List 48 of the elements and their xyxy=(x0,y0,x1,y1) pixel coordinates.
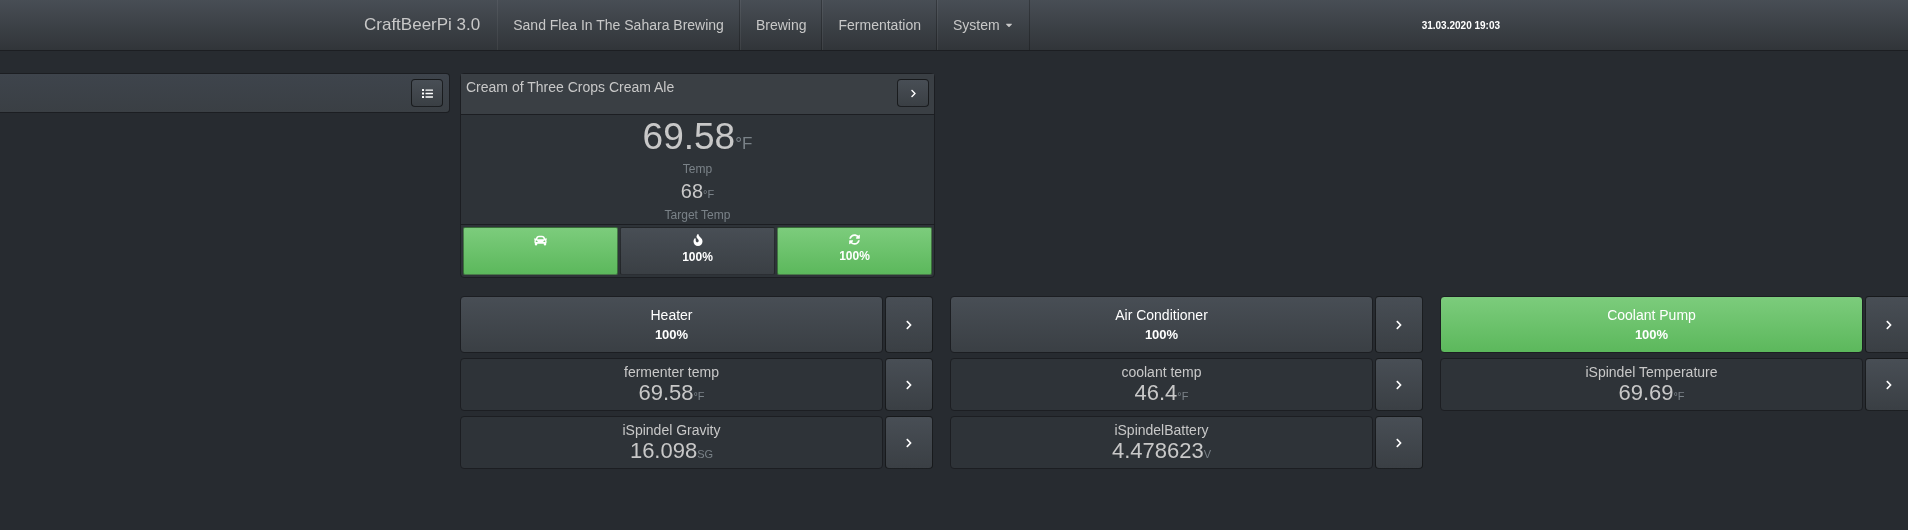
nav-link[interactable]: Fermentation xyxy=(822,0,937,50)
sensor-menu-button[interactable] xyxy=(885,358,933,411)
sensor-value: 4.478623V xyxy=(1111,437,1212,464)
sensor-name: iSpindel Gravity xyxy=(622,421,721,438)
list-icon xyxy=(421,87,433,99)
actor-button[interactable]: Heater 100% xyxy=(460,296,883,353)
chevron-right-icon xyxy=(908,88,918,98)
chevron-right-icon xyxy=(1394,319,1404,330)
list-button[interactable] xyxy=(411,79,443,107)
target-temperature-label: Target Temp xyxy=(664,208,731,222)
open-button[interactable] xyxy=(897,79,929,107)
sensor-menu-button[interactable] xyxy=(1865,358,1908,411)
sensor-value: 69.69°F xyxy=(1618,379,1685,406)
actor-button[interactable]: Air Conditioner 100% xyxy=(950,296,1373,353)
chevron-right-icon xyxy=(1884,379,1894,390)
sensor-value: 46.4°F xyxy=(1134,379,1189,406)
nav-link[interactable]: Sand Flea In The Sahara Brewing xyxy=(497,0,740,50)
refresh-icon xyxy=(849,234,860,245)
target-temperature-value: 68°F xyxy=(680,180,715,204)
brand-title[interactable]: CraftBeerPi 3.0 xyxy=(347,0,498,50)
sensor-menu-button[interactable] xyxy=(1375,416,1423,469)
sensor-value: 69.58°F xyxy=(638,379,705,406)
date-time: 31.03.2020 19:03 xyxy=(1421,18,1501,33)
nav-link[interactable]: Brewing xyxy=(739,0,823,50)
sensor-menu-button[interactable] xyxy=(885,416,933,469)
sensor-name: coolant temp xyxy=(1121,363,1202,380)
chevron-right-icon xyxy=(1394,437,1404,448)
control-button[interactable] xyxy=(463,227,618,275)
car-icon xyxy=(534,234,547,247)
actor-menu-button[interactable] xyxy=(885,296,933,353)
actor-menu-button[interactable] xyxy=(1865,296,1908,353)
actor-menu-button[interactable] xyxy=(1375,296,1423,353)
chevron-right-icon xyxy=(1884,319,1894,330)
sensor-name: fermenter temp xyxy=(624,363,719,380)
sensor-menu-button[interactable] xyxy=(1375,358,1423,411)
control-button[interactable]: 100% xyxy=(620,227,775,275)
chevron-right-icon xyxy=(904,319,914,330)
chevron-right-icon xyxy=(1394,379,1404,390)
sensor-name: iSpindel Temperature xyxy=(1585,363,1718,380)
chevron-right-icon xyxy=(904,379,914,390)
temperature-label: Temp xyxy=(682,162,713,176)
flame-icon xyxy=(691,234,704,246)
sensor-name: iSpindelBattery xyxy=(1114,421,1209,438)
temperature-value: 69.58°F xyxy=(642,119,753,159)
sensor-value: 16.098SG xyxy=(629,437,714,464)
fermenter-name: Cream of Three Crops Cream Ale xyxy=(466,79,675,95)
nav-link[interactable]: System xyxy=(936,0,1030,50)
chevron-right-icon xyxy=(904,437,914,448)
